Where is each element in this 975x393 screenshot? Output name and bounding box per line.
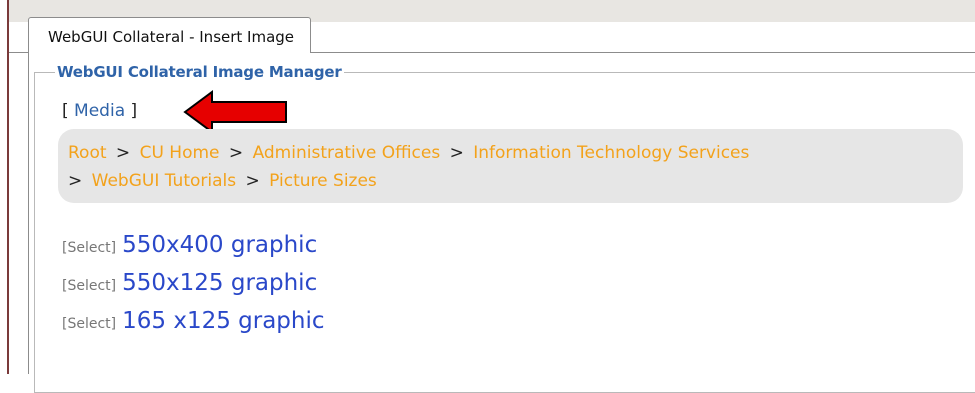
tab-label: WebGUI Collateral - Insert Image [48, 28, 295, 46]
breadcrumb-separator: > [245, 171, 260, 191]
breadcrumb-separator: > [449, 143, 464, 163]
image-manager-legend: WebGUI Collateral Image Manager [57, 63, 342, 81]
breadcrumb-separator: > [115, 143, 131, 163]
select-link[interactable]: [Select] [62, 240, 116, 256]
breadcrumb-separator: > [68, 171, 83, 191]
select-link[interactable]: [Select] [62, 278, 116, 294]
file-name-link[interactable]: 550x400 graphic [122, 232, 317, 258]
content-left-border [28, 52, 29, 374]
breadcrumb-administrative-offices[interactable]: Administrative Offices [253, 143, 441, 163]
breadcrumb-information-technology-services[interactable]: Information Technology Services [473, 143, 749, 163]
breadcrumb-cu-home[interactable]: CU Home [140, 143, 220, 163]
breadcrumb: Root > CU Home > Administrative Offices … [58, 129, 963, 203]
media-link[interactable]: Media [74, 101, 125, 121]
breadcrumb-separator: > [228, 143, 244, 163]
tab-insert-image[interactable]: WebGUI Collateral - Insert Image [28, 17, 312, 53]
list-item: [Select] 550x400 graphic [62, 232, 325, 270]
select-link[interactable]: [Select] [62, 316, 116, 332]
media-close-bracket: ] [125, 101, 138, 121]
file-name-link[interactable]: 165 x125 graphic [122, 308, 324, 334]
list-item: [Select] 550x125 graphic [62, 270, 325, 308]
list-item: [Select] 165 x125 graphic [62, 308, 325, 346]
breadcrumb-picture-sizes[interactable]: Picture Sizes [269, 171, 377, 191]
window-left-edge [0, 0, 9, 374]
file-name-link[interactable]: 550x125 graphic [122, 270, 317, 296]
media-open-bracket: [ [62, 101, 75, 121]
image-file-list: [Select] 550x400 graphic [Select] 550x12… [62, 232, 325, 346]
breadcrumb-root[interactable]: Root [68, 143, 107, 163]
media-link-group: [ Media ] [62, 101, 137, 121]
breadcrumb-webgui-tutorials[interactable]: WebGUI Tutorials [92, 171, 236, 191]
